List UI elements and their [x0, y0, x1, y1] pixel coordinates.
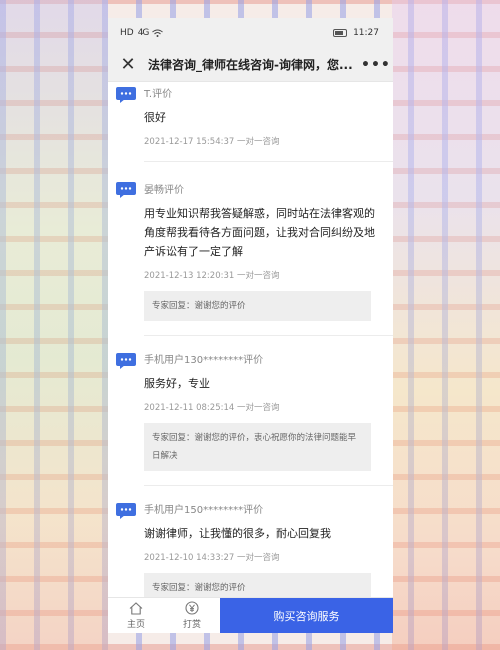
title-bar: ✕ 法律咨询_律师在线咨询-询律网，您... ••• [108, 48, 393, 82]
review-item: 手机用户130********评价 服务好，专业 2021-12-11 08:2… [116, 335, 393, 485]
expert-reply: 专家回复：谢谢您的评价 [144, 573, 371, 597]
review-meta: 2021-12-11 08:25:14 一对一咨询 [144, 403, 280, 413]
bottom-bar: 主页 打赏 购买咨询服务 [108, 597, 393, 633]
status-right: 11:27 [333, 28, 379, 38]
reviewer-name: 晏畅评价 [144, 185, 184, 196]
review-meta: 2021-12-17 15:54:37 一对一咨询 [144, 137, 280, 147]
signal-label: 4G [137, 28, 150, 38]
tab-home-label: 主页 [126, 619, 145, 630]
review-text: 服务好，专业 [144, 377, 210, 390]
chat-bubble-icon [116, 353, 136, 369]
battery-icon [333, 29, 348, 37]
chat-bubble-icon [116, 87, 136, 103]
page-title: 法律咨询_律师在线咨询-询律网，您... [148, 58, 353, 72]
network-label: HD [120, 28, 134, 38]
review-item: 手机用户150********评价 谢谢律师，让我懂的很多，耐心回复我 2021… [116, 485, 393, 597]
reviewer-name: 手机用户130********评价 [144, 355, 264, 366]
status-time: 11:27 [353, 28, 379, 38]
background-left [0, 0, 108, 650]
tab-tip-label: 打赏 [182, 620, 201, 630]
yen-coin-icon [185, 601, 199, 615]
background-right [392, 0, 500, 650]
status-bar: HD 4G 11:27 [108, 18, 393, 48]
expert-reply: 专家回复：谢谢您的评价 [144, 291, 371, 321]
review-meta: 2021-12-13 12:20:31 一对一咨询 [144, 271, 280, 281]
review-list[interactable]: T.评价 很好 2021-12-17 15:54:37 一对一咨询 晏畅评价 用… [108, 82, 393, 597]
review-text: 用专业知识帮我答疑解惑，同时站在法律客观的角度帮我看待各方面问题，让我对合同纠纷… [144, 207, 375, 258]
status-left: HD 4G [120, 28, 164, 38]
review-item: T.评价 很好 2021-12-17 15:54:37 一对一咨询 [108, 82, 393, 161]
review-meta: 2021-12-10 14:33:27 一对一咨询 [144, 553, 280, 563]
phone-screen: HD 4G 11:27 ✕ 法律咨询_律师在线咨询-询律网，您... ••• T… [108, 18, 393, 633]
wifi-icon [152, 29, 164, 37]
expert-reply: 专家回复：谢谢您的评价，衷心祝愿你的法律问题能早日解决 [144, 423, 371, 471]
tab-home[interactable]: 主页 [108, 598, 164, 633]
chat-bubble-icon [116, 182, 136, 198]
review-text: 谢谢律师，让我懂的很多，耐心回复我 [144, 527, 331, 540]
review-item: 晏畅评价 用专业知识帮我答疑解惑，同时站在法律客观的角度帮我看待各方面问题，让我… [116, 161, 393, 335]
tab-tip[interactable]: 打赏 [164, 598, 220, 633]
reviewer-name: 手机用户150********评价 [144, 505, 264, 516]
more-icon[interactable]: ••• [361, 57, 390, 73]
home-icon [129, 601, 143, 615]
chat-bubble-icon [116, 503, 136, 519]
reviewer-name: T.评价 [144, 89, 173, 100]
close-icon[interactable]: ✕ [118, 54, 138, 75]
buy-consultation-button[interactable]: 购买咨询服务 [220, 598, 393, 633]
review-text: 很好 [144, 111, 166, 124]
